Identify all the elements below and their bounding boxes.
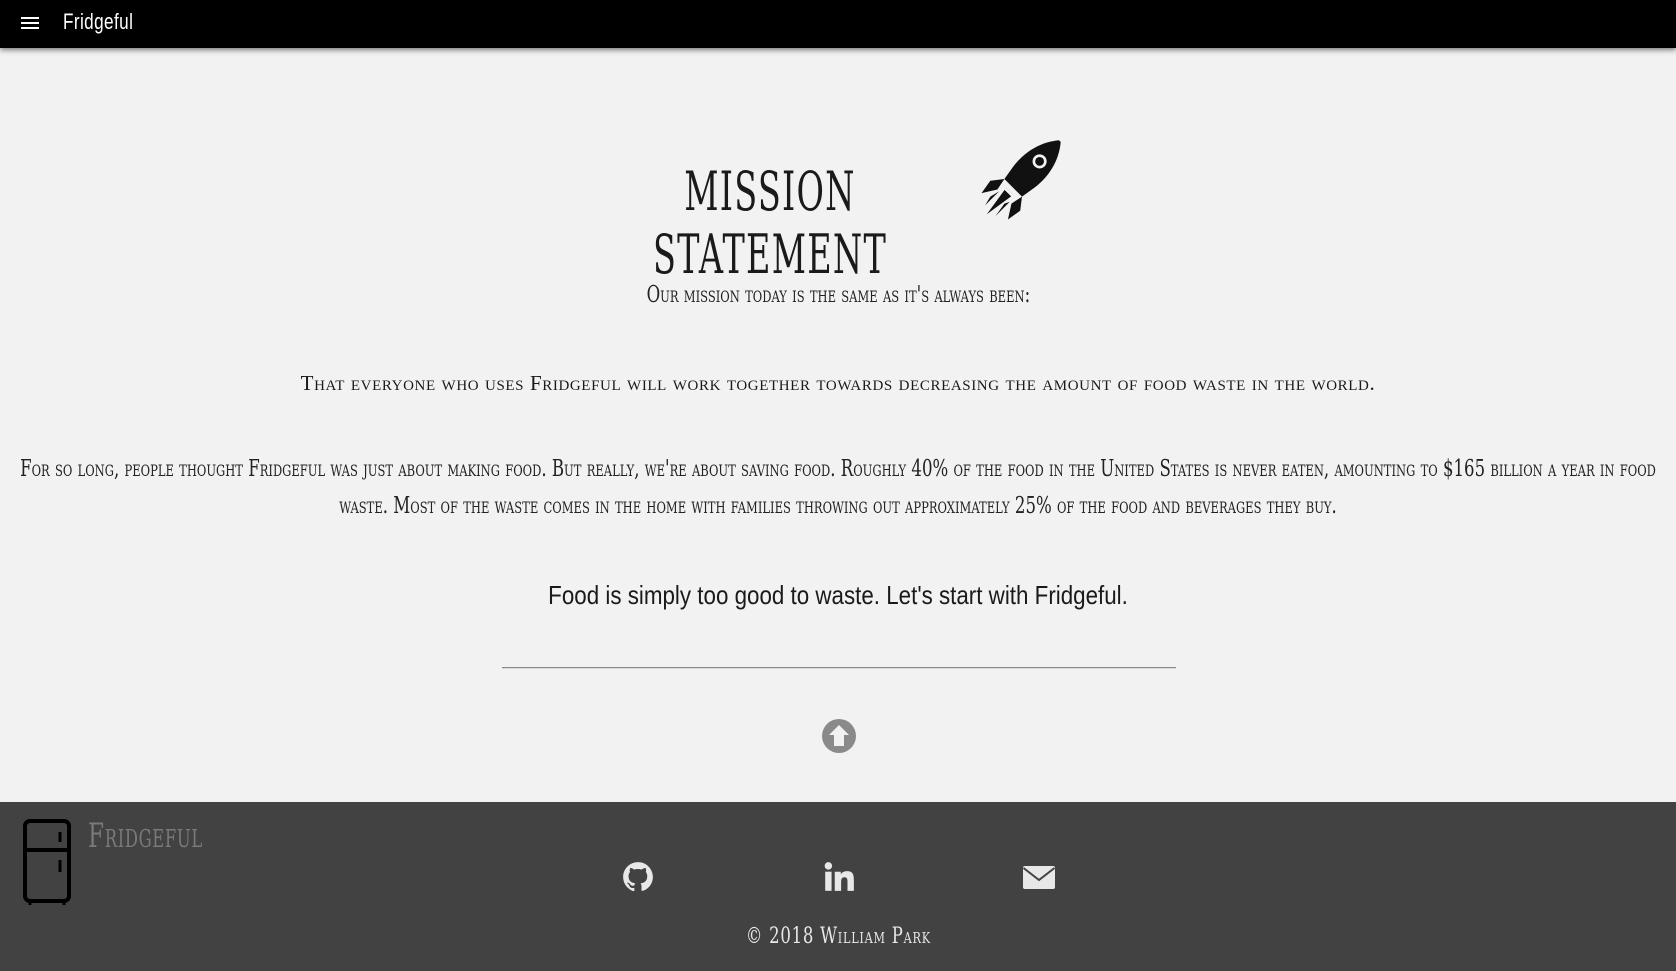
page-title-text: MISSION STATEMENT [652, 160, 888, 286]
main-content: MISSION STATEMENT Our mission today is t… [0, 48, 1676, 802]
copyright: © 2018 William Park [745, 924, 931, 949]
github-icon[interactable] [621, 860, 655, 894]
footer-brand[interactable]: Fridgeful [88, 816, 203, 856]
divider [502, 667, 1176, 669]
rocket-icon [981, 140, 1061, 220]
linkedin-icon[interactable] [822, 860, 856, 894]
footer: Fridgeful © 2018 William Park [0, 802, 1676, 971]
mission-intro: Our mission today is the same as it's al… [646, 282, 1030, 308]
mission-tagline: Food is simply too good to waste. Let's … [548, 580, 1128, 610]
page-title: MISSION STATEMENT [560, 160, 980, 286]
mission-paragraph: For so long, people thought Fridgeful wa… [20, 456, 1656, 519]
mission-statement: That everyone who uses Fridgeful will wo… [300, 371, 1376, 395]
envelope-icon[interactable] [1022, 860, 1056, 894]
hamburger-menu-icon[interactable] [18, 12, 44, 36]
arrow-circle-up-icon[interactable] [821, 718, 857, 754]
nav-brand[interactable]: Fridgeful [63, 9, 133, 35]
top-navbar: Fridgeful [0, 0, 1676, 48]
fridge-icon[interactable] [22, 818, 72, 906]
